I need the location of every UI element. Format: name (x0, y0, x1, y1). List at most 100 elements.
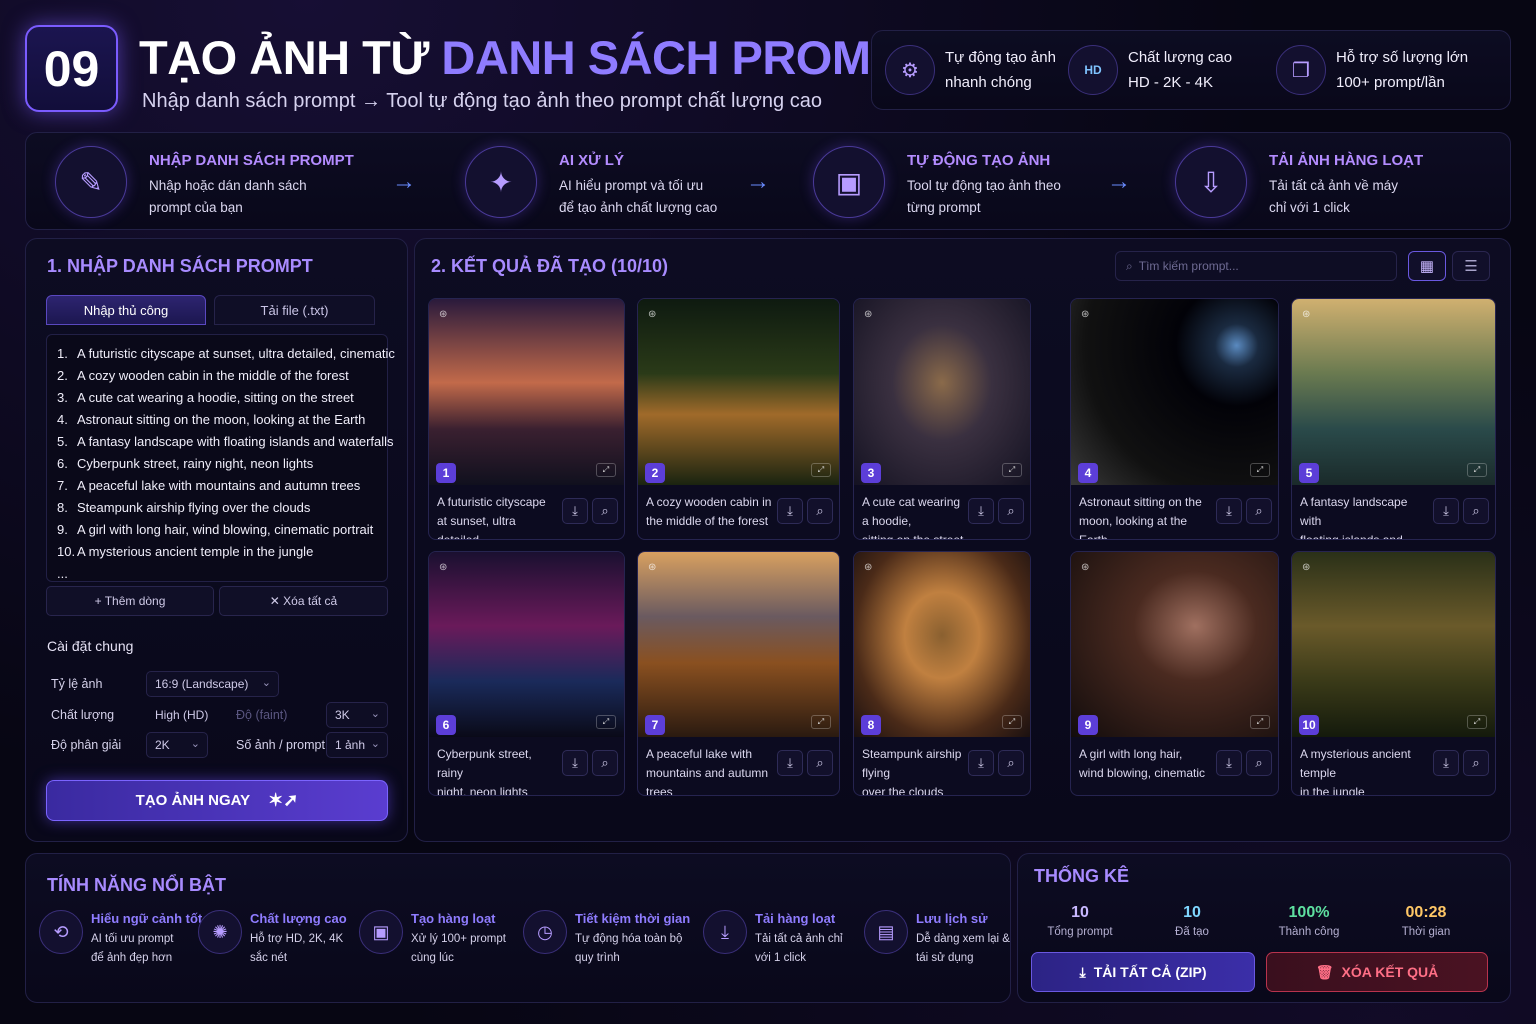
expand-icon[interactable]: ⤢ (1250, 715, 1270, 729)
card-caption: A girl with long hair, wind blowing, cine… (1079, 747, 1206, 780)
zoom-button[interactable]: ⌕ (592, 750, 618, 776)
search-input[interactable]: ⌕ Tìm kiếm prompt... (1115, 251, 1397, 281)
step-input: ✎ NHẬP DANH SÁCH PROMPT Nhập hoặc dán dan… (55, 146, 354, 219)
prompt-ellipsis: ... (57, 566, 68, 581)
zoom-button[interactable]: ⌕ (807, 750, 833, 776)
card-number-badge: 2 (645, 463, 665, 483)
download-button[interactable]: ⤓ (562, 498, 588, 524)
result-card[interactable]: ⊛ ⤢ 4 Astronaut sitting on the moon, look… (1070, 298, 1279, 540)
generate-button[interactable]: TẠO ẢNH NGAY ✶➚ (46, 780, 388, 821)
quality-select[interactable]: High (HD) (146, 702, 226, 728)
download-icon: ⤓ (1443, 503, 1449, 518)
download-icon: ⤓ (1079, 963, 1086, 980)
zoom-button[interactable]: ⌕ (1463, 750, 1489, 776)
card-number-badge: 9 (1078, 715, 1098, 735)
generated-image[interactable] (1071, 552, 1278, 737)
download-zip-button[interactable]: ⤓ TẢI TẤT CẢ (ZIP) (1031, 952, 1255, 992)
zoom-icon: ⌕ (1007, 503, 1015, 518)
card-number-badge: 6 (436, 715, 456, 735)
add-row-button[interactable]: + Thêm dòng (46, 586, 214, 616)
result-card[interactable]: ⊛ ⤢ 1 A futuristic cityscape at sunset, u… (428, 298, 625, 540)
result-card[interactable]: ⊛ ⤢ 7 A peaceful lake with mountains and … (637, 551, 840, 796)
download-button[interactable]: ⤓ (562, 750, 588, 776)
generated-image[interactable] (638, 552, 839, 737)
card-number-badge: 10 (1299, 715, 1319, 735)
download-button[interactable]: ⤓ (777, 750, 803, 776)
zoom-icon: ⌕ (816, 755, 824, 770)
edit-list-icon: ✎ (55, 146, 127, 218)
generated-image[interactable] (854, 552, 1030, 737)
clear-all-button[interactable]: ✕ Xóa tất cả (219, 586, 388, 616)
expand-icon[interactable]: ⤢ (1467, 715, 1487, 729)
image-type-icon: ⊛ (1081, 562, 1090, 573)
expand-icon[interactable]: ⤢ (596, 715, 616, 729)
zoom-button[interactable]: ⌕ (592, 498, 618, 524)
grid-view-button[interactable]: ▦ (1408, 251, 1446, 281)
card-caption: A mysterious ancient temple in the jungle (1300, 747, 1411, 796)
zoom-button[interactable]: ⌕ (1246, 498, 1272, 524)
download-button[interactable]: ⤓ (1216, 750, 1242, 776)
generated-image[interactable] (1292, 552, 1495, 737)
tab-file[interactable]: Tải file (.txt) (214, 295, 375, 325)
list-view-button[interactable]: ☰ (1452, 251, 1490, 281)
page-subtitle: Nhập danh sách prompt → Tool tự động tạo… (142, 90, 822, 112)
expand-icon[interactable]: ⤢ (596, 463, 616, 477)
ai-brain-icon: ✦ (465, 146, 537, 218)
page-title: TẠO ẢNH TỪ DANH SÁCH PROMPT (139, 31, 930, 84)
clear-results-button[interactable]: 🗑 XÓA KẾT QUẢ (1266, 952, 1488, 992)
zoom-button[interactable]: ⌕ (998, 750, 1024, 776)
download-button[interactable]: ⤓ (1216, 498, 1242, 524)
input-panel-title: 1. NHẬP DANH SÁCH PROMPT (47, 256, 313, 276)
card-number-badge: 5 (1299, 463, 1319, 483)
result-card[interactable]: ⊛ ⤢ 6 Cyberpunk street, rainy night, neon… (428, 551, 625, 796)
card-caption: A peaceful lake with mountains and autumn… (646, 747, 769, 796)
result-card[interactable]: ⊛ ⤢ 8 Steampunk airship flying over the c… (853, 551, 1031, 796)
download-button[interactable]: ⤓ (777, 498, 803, 524)
download-button[interactable]: ⤓ (1433, 498, 1459, 524)
generated-image[interactable] (854, 299, 1030, 485)
expand-icon[interactable]: ⤢ (811, 715, 831, 729)
generated-image[interactable] (1292, 299, 1495, 485)
zoom-button[interactable]: ⌕ (1246, 750, 1272, 776)
card-number-badge: 3 (861, 463, 881, 483)
image-type-icon: ⊛ (864, 309, 873, 320)
results-title: 2. KẾT QUẢ ĐÃ TẠO (10/10) (431, 256, 669, 276)
expand-icon[interactable]: ⤢ (1467, 463, 1487, 477)
card-caption: A cute cat wearing a hoodie, sitting on t… (862, 495, 964, 540)
generated-image[interactable] (429, 552, 624, 737)
download-icon: ⤓ (1226, 755, 1232, 770)
generated-image[interactable] (638, 299, 839, 485)
zoom-icon: ⌕ (1255, 503, 1263, 518)
chevron-down-icon: ⌄ (370, 708, 380, 720)
expand-icon[interactable]: ⤢ (811, 463, 831, 477)
expand-icon[interactable]: ⤢ (1002, 715, 1022, 729)
zoom-button[interactable]: ⌕ (998, 498, 1024, 524)
zoom-button[interactable]: ⌕ (807, 498, 833, 524)
aspect-select[interactable]: 16:9 (Landscape) ⌄ (146, 671, 279, 697)
result-card[interactable]: ⊛ ⤢ 5 A fantasy landscape with floating i… (1291, 298, 1496, 540)
time-icon: ◷ (523, 910, 567, 954)
result-card[interactable]: ⊛ ⤢ 3 A cute cat wearing a hoodie, sittin… (853, 298, 1031, 540)
generated-image[interactable] (429, 299, 624, 485)
result-card[interactable]: ⊛ ⤢ 10 A mysterious ancient temple in the… (1291, 551, 1496, 796)
zoom-icon: ⌕ (1007, 755, 1015, 770)
image-type-icon: ⊛ (1302, 309, 1311, 320)
prompt-list-textarea[interactable]: 1. A futuristic cityscape at sunset, ultr… (46, 334, 395, 582)
resolution-select[interactable]: 2K ⌄ (146, 732, 208, 758)
expand-icon[interactable]: ⤢ (1250, 463, 1270, 477)
expand-icon[interactable]: ⤢ (1002, 463, 1022, 477)
download-button[interactable]: ⤓ (1433, 750, 1459, 776)
per-prompt-select[interactable]: 1 ảnh ⌄ (326, 732, 388, 758)
quality-extra-select[interactable]: 3K ⌄ (326, 702, 388, 728)
download-button[interactable]: ⤓ (968, 750, 994, 776)
history-icon: ▤ (864, 910, 908, 954)
zoom-button[interactable]: ⌕ (1463, 498, 1489, 524)
tab-manual[interactable]: Nhập thủ công (46, 295, 206, 325)
result-card[interactable]: ⊛ ⤢ 9 A girl with long hair, wind blowing… (1070, 551, 1279, 796)
download-icon: ⤓ (787, 755, 793, 770)
stat-label: Tổng prompt (1047, 926, 1113, 938)
image-type-icon: ⊛ (439, 309, 448, 320)
download-button[interactable]: ⤓ (968, 498, 994, 524)
result-card[interactable]: ⊛ ⤢ 2 A cozy wooden cabin in the middle o… (637, 298, 840, 540)
generated-image[interactable] (1071, 299, 1278, 485)
